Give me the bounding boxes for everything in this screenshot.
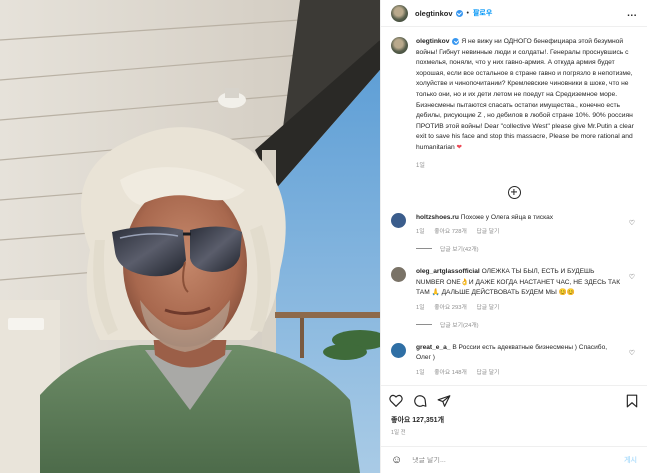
- posted-ago: 1일 전: [391, 430, 406, 436]
- comment-icon[interactable]: [413, 394, 427, 408]
- comment-item: great_e_a_ В России есть адекватные бизн…: [391, 342, 637, 378]
- comments-list: holtzshoes.ru Похоже у Олега яйца в тиск…: [391, 212, 637, 379]
- follow-button[interactable]: 팔로우: [473, 8, 492, 18]
- comment-avatar[interactable]: [391, 267, 406, 283]
- selfie-photo: [0, 0, 380, 473]
- comment-time: 1일: [416, 304, 425, 311]
- caption-username[interactable]: olegtinkov: [416, 38, 449, 45]
- comment-content: holtzshoes.ru Похоже у Олега яйца в тиск…: [416, 213, 553, 238]
- post-modal: olegtinkov • 팔로우 ... olegtinkov Я не виж…: [0, 0, 647, 473]
- heart-icon[interactable]: [389, 394, 403, 408]
- comment-heart-icon[interactable]: ♡: [629, 273, 635, 281]
- comment-item: oleg_artglassofficial ОЛЕЖКА ТЫ БЫЛ, ЕСТ…: [391, 267, 637, 313]
- caption-text: Я не вижу ни ОДНОГО бенефициара этой без…: [416, 38, 634, 151]
- caption: olegtinkov Я не вижу ни ОДНОГО бенефициа…: [391, 37, 637, 154]
- reply-button[interactable]: 답글 달기: [476, 229, 499, 235]
- load-more-comments-icon[interactable]: [507, 185, 521, 199]
- caption-text-block: olegtinkov Я не вижу ни ОДНОГО бенефициа…: [416, 37, 637, 154]
- add-comment-bar: ☺ 게시: [381, 446, 647, 473]
- comment-content: great_e_a_ В России есть адекватные бизн…: [416, 343, 623, 378]
- post-comment-button[interactable]: 게시: [624, 455, 637, 465]
- comment-meta: 1일 좋아요 293개 답글 달기: [416, 303, 623, 313]
- post-side-panel: olegtinkov • 팔로우 ... olegtinkov Я не виж…: [380, 0, 647, 473]
- caption-date: 1일: [416, 162, 425, 169]
- comment-time: 1일: [416, 369, 425, 376]
- comment-text: Похоже у Олега яйца в тисках: [460, 213, 554, 221]
- comment-avatar[interactable]: [391, 342, 406, 358]
- comment-time: 1일: [416, 228, 425, 235]
- comment-likes[interactable]: 좋아요 728개: [434, 229, 467, 235]
- view-replies-label[interactable]: 답글 보기(42개): [440, 244, 479, 253]
- verified-badge-icon: [452, 37, 460, 45]
- caption-avatar[interactable]: [391, 37, 408, 54]
- action-bar: [381, 385, 647, 415]
- separator-dot: •: [466, 9, 469, 17]
- bookmark-icon[interactable]: [625, 394, 639, 408]
- comment-username[interactable]: great_e_a_: [416, 344, 450, 351]
- emoji-icon[interactable]: ☺: [391, 454, 402, 466]
- view-replies[interactable]: 답글 보기(24개): [416, 320, 637, 329]
- view-replies[interactable]: 답글 보기(42개): [416, 244, 637, 253]
- post-header: olegtinkov • 팔로우 ...: [381, 0, 647, 27]
- comment-likes[interactable]: 좋아요 148개: [434, 370, 467, 376]
- replies-line: [416, 323, 432, 325]
- comment-meta: 1일 좋아요 148개 답글 달기: [416, 368, 623, 378]
- post-photo[interactable]: [0, 0, 380, 473]
- reply-button[interactable]: 답글 달기: [476, 370, 499, 376]
- verified-badge-icon: [455, 9, 463, 17]
- more-options-icon[interactable]: ...: [627, 8, 637, 19]
- avatar[interactable]: [391, 4, 408, 22]
- comment-item: holtzshoes.ru Похоже у Олега яйца в тиск…: [391, 212, 637, 238]
- comment-username[interactable]: oleg_artglassofficial: [416, 268, 480, 275]
- comments-area[interactable]: olegtinkov Я не вижу ни ОДНОГО бенефициа…: [381, 27, 647, 385]
- comment-heart-icon[interactable]: ♡: [629, 219, 635, 227]
- red-heart-emoji: ❤: [456, 143, 463, 151]
- share-icon[interactable]: [437, 394, 451, 408]
- comment-heart-icon[interactable]: ♡: [629, 349, 635, 357]
- comment-avatar[interactable]: [391, 212, 406, 228]
- reply-button[interactable]: 답글 달기: [476, 305, 499, 311]
- likes-count[interactable]: 좋아요 127,351개: [381, 415, 647, 425]
- header-username[interactable]: olegtinkov: [415, 9, 453, 18]
- comment-input[interactable]: [412, 456, 625, 464]
- replies-line: [416, 248, 432, 250]
- view-replies-label[interactable]: 답글 보기(24개): [440, 320, 479, 329]
- comment-meta: 1일 좋아요 728개 답글 달기: [416, 227, 553, 237]
- comment-likes[interactable]: 좋아요 293개: [434, 305, 467, 311]
- comment-content: oleg_artglassofficial ОЛЕЖКА ТЫ БЫЛ, ЕСТ…: [416, 267, 623, 313]
- comment-username[interactable]: holtzshoes.ru: [416, 214, 459, 221]
